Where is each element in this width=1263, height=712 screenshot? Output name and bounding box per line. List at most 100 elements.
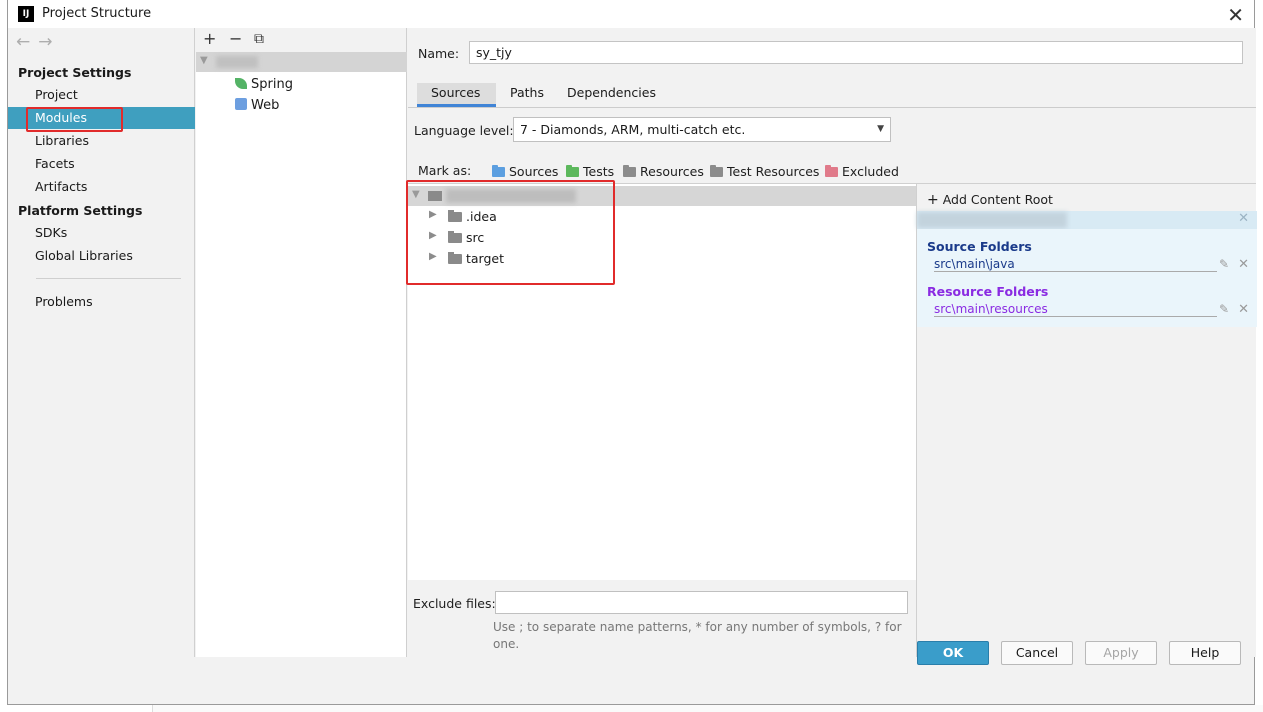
edit-icon[interactable]: ✎ bbox=[1219, 302, 1229, 316]
module-name-input[interactable]: sy_tjy bbox=[469, 41, 1243, 64]
tests-folder-icon bbox=[566, 165, 579, 177]
mark-excluded-label: Excluded bbox=[842, 164, 899, 179]
remove-resource-folder-icon[interactable]: ✕ bbox=[1238, 302, 1249, 317]
mark-test-resources-button[interactable]: Test Resources bbox=[710, 164, 819, 179]
ok-button[interactable]: OK bbox=[917, 641, 989, 665]
folder-icon bbox=[448, 252, 462, 264]
sidebar-item-sdks[interactable]: SDKs bbox=[8, 222, 195, 244]
collapsed-caret-icon[interactable]: ▶ bbox=[429, 230, 437, 241]
collapsed-caret-icon[interactable]: ▶ bbox=[429, 251, 437, 262]
redacted-root-path bbox=[446, 189, 576, 203]
name-label: Name: bbox=[418, 46, 460, 61]
tree-node-label: src bbox=[466, 230, 485, 245]
mark-tests-label: Tests bbox=[583, 164, 615, 179]
exclude-files-input[interactable] bbox=[495, 591, 908, 614]
sidebar-divider bbox=[36, 278, 181, 279]
add-content-root-label: Add Content Root bbox=[942, 192, 1053, 207]
tab-sources[interactable]: Sources bbox=[417, 83, 496, 107]
add-icon[interactable]: + bbox=[203, 29, 216, 48]
tab-dependencies[interactable]: Dependencies bbox=[567, 83, 656, 107]
tabs-underline bbox=[408, 107, 1256, 108]
sidebar-item-modules[interactable]: Modules bbox=[8, 107, 195, 129]
spring-leaf-icon bbox=[235, 78, 247, 89]
content-root-tree: ▼ ▶ .idea ▶ src ▶ target bbox=[406, 180, 916, 580]
facet-web[interactable]: Web bbox=[235, 98, 279, 113]
source-folders-heading: Source Folders bbox=[927, 239, 1032, 254]
language-level-label: Language level: bbox=[414, 123, 514, 138]
mark-sources-label: Sources bbox=[509, 164, 559, 179]
module-toolbar: + − ⧉ bbox=[196, 28, 406, 52]
apply-button[interactable]: Apply bbox=[1085, 641, 1157, 665]
cancel-button[interactable]: Cancel bbox=[1001, 641, 1073, 665]
close-icon[interactable]: ✕ bbox=[1227, 3, 1244, 27]
content-root-node[interactable]: ▼ bbox=[408, 186, 916, 206]
resource-folders-heading: Resource Folders bbox=[927, 284, 1049, 299]
remove-source-folder-icon[interactable]: ✕ bbox=[1238, 257, 1249, 272]
dropdown-arrow-icon: ▼ bbox=[877, 124, 884, 134]
sidebar-item-artifacts[interactable]: Artifacts bbox=[8, 176, 195, 198]
mark-resources-button[interactable]: Resources bbox=[623, 164, 704, 179]
redacted-content-root-path bbox=[917, 212, 1067, 228]
facet-web-label: Web bbox=[251, 98, 280, 113]
mark-tests-button[interactable]: Tests bbox=[566, 164, 614, 179]
collapsed-caret-icon[interactable]: ▶ bbox=[429, 209, 437, 220]
mark-test-resources-label: Test Resources bbox=[727, 164, 820, 179]
facet-spring-label: Spring bbox=[251, 77, 293, 92]
expand-caret-icon[interactable]: ▼ bbox=[200, 55, 208, 66]
window-title: Project Structure bbox=[42, 6, 152, 21]
sidebar-item-global-libraries[interactable]: Global Libraries bbox=[8, 245, 195, 267]
sidebar-item-project[interactable]: Project bbox=[8, 84, 195, 106]
remove-content-root-icon[interactable]: ✕ bbox=[1238, 211, 1249, 226]
plus-icon: + bbox=[927, 192, 939, 208]
back-arrow-icon[interactable]: ← bbox=[16, 32, 38, 52]
help-button[interactable]: Help bbox=[1169, 641, 1241, 665]
module-tree-panel: + − ⧉ ▼ Spring Web bbox=[196, 28, 407, 657]
copy-icon[interactable]: ⧉ bbox=[254, 31, 264, 47]
folder-icon bbox=[448, 231, 462, 243]
title-bar: IJ Project Structure ✕ bbox=[8, 0, 1254, 28]
editor-background bbox=[0, 705, 1263, 712]
facet-spring[interactable]: Spring bbox=[235, 77, 293, 92]
mark-as-label: Mark as: bbox=[418, 163, 472, 178]
tab-paths[interactable]: Paths bbox=[510, 83, 544, 107]
folder-icon bbox=[448, 210, 462, 222]
mark-resources-label: Resources bbox=[640, 164, 704, 179]
settings-sidebar: ←→ Project Settings Project Modules Libr… bbox=[8, 28, 195, 657]
mark-sources-button[interactable]: Sources bbox=[492, 164, 558, 179]
platform-settings-heading: Platform Settings bbox=[18, 203, 143, 218]
module-settings: Name: sy_tjy Sources Paths Dependencies … bbox=[406, 28, 1257, 657]
language-level-select[interactable]: 7 - Diamonds, ARM, multi-catch etc. ▼ bbox=[513, 117, 891, 142]
content-roots-panel: + Add Content Root ✕ Source Folders src\… bbox=[916, 183, 1257, 657]
add-content-root-button[interactable]: + Add Content Root bbox=[927, 192, 1053, 208]
project-structure-dialog: IJ Project Structure ✕ ←→ Project Settin… bbox=[7, 0, 1257, 705]
project-settings-heading: Project Settings bbox=[18, 65, 132, 80]
resource-folder-path[interactable]: src\main\resources bbox=[934, 302, 1217, 317]
redacted-module-name bbox=[216, 56, 258, 68]
content-root-header: ✕ bbox=[917, 211, 1257, 229]
mark-excluded-button[interactable]: Excluded bbox=[825, 164, 899, 179]
sidebar-item-problems[interactable]: Problems bbox=[8, 291, 195, 313]
editor-edge bbox=[152, 705, 1263, 712]
history-navigation: ←→ bbox=[16, 32, 61, 52]
intellij-logo-icon: IJ bbox=[18, 6, 34, 22]
expand-caret-icon[interactable]: ▼ bbox=[412, 189, 420, 200]
remove-icon[interactable]: − bbox=[229, 29, 242, 48]
tree-node-label: target bbox=[466, 251, 505, 266]
exclude-files-label: Exclude files: bbox=[413, 596, 496, 611]
module-root-node[interactable]: ▼ bbox=[196, 52, 407, 72]
source-folder-path[interactable]: src\main\java bbox=[934, 257, 1217, 272]
exclude-files-hint: Use ; to separate name patterns, * for a… bbox=[493, 620, 902, 651]
language-level-value: 7 - Diamonds, ARM, multi-catch etc. bbox=[520, 122, 746, 137]
excluded-folder-icon bbox=[825, 165, 838, 177]
tree-node-label: .idea bbox=[466, 209, 497, 224]
test-resources-folder-icon bbox=[710, 165, 723, 177]
forward-arrow-icon[interactable]: → bbox=[38, 32, 60, 52]
sidebar-item-libraries[interactable]: Libraries bbox=[8, 130, 195, 152]
edit-icon[interactable]: ✎ bbox=[1219, 257, 1229, 271]
sidebar-item-facets[interactable]: Facets bbox=[8, 153, 195, 175]
folder-icon bbox=[428, 191, 442, 201]
web-icon bbox=[235, 98, 247, 110]
sources-folder-icon bbox=[492, 165, 505, 177]
content-root-details: Source Folders src\main\java ✎ ✕ Resourc… bbox=[917, 229, 1257, 327]
resources-folder-icon bbox=[623, 165, 636, 177]
